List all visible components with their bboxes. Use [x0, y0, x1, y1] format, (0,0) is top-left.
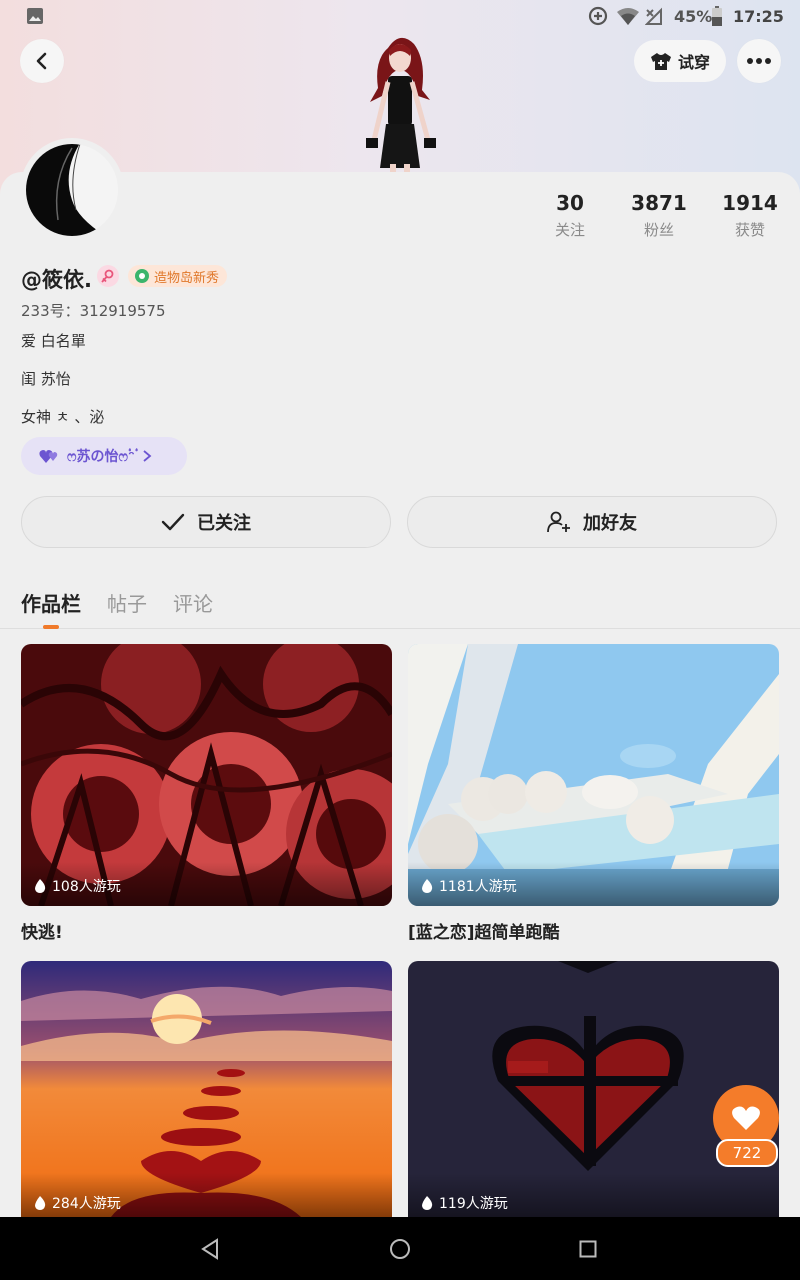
flame-icon — [35, 1196, 46, 1210]
more-button[interactable] — [737, 39, 781, 83]
battery-icon — [712, 6, 722, 26]
clock: 17:25 — [733, 7, 784, 26]
tab-divider — [0, 628, 800, 629]
followed-button[interactable]: 已关注 — [21, 496, 391, 548]
user-id: 233号：312919575 — [21, 302, 166, 320]
play-count: 108人游玩 — [33, 876, 121, 896]
add-friend-button[interactable]: 加好友 — [407, 496, 777, 548]
avatar-character-figure — [366, 37, 436, 174]
check-icon — [161, 513, 185, 531]
game-card-thumbnail[interactable]: 108人游玩 — [21, 644, 392, 906]
bio-line: 爱 白名單 — [21, 332, 86, 350]
tab-comments[interactable]: 评论 — [173, 588, 213, 617]
tshirt-icon — [650, 53, 671, 70]
back-nav-icon[interactable] — [200, 1238, 220, 1260]
status-bar: 45% 17:25 — [0, 0, 800, 34]
username: @筱依. — [21, 268, 92, 292]
stat-likes[interactable]: 1914 获赞 — [710, 191, 790, 240]
game-card-thumbnail[interactable]: 284人游玩 — [21, 961, 392, 1217]
play-count-text: 1181人游玩 — [439, 879, 517, 895]
relationship-pill[interactable]: ෆ苏の怡ෆ۟ᵔ۟ — [21, 437, 187, 475]
play-count: 1181人游玩 — [420, 876, 517, 896]
stat-label: 获赞 — [734, 221, 765, 239]
add-user-icon — [547, 511, 570, 533]
play-count: 119人游玩 — [420, 1193, 508, 1213]
followed-label: 已关注 — [197, 513, 251, 534]
tab-indicator — [43, 625, 59, 629]
stat-value: 1914 — [722, 191, 778, 215]
play-count: 284人游玩 — [33, 1193, 121, 1213]
stat-label: 关注 — [554, 221, 585, 239]
stat-value: 30 — [556, 191, 584, 215]
game-title[interactable]: [蓝之恋]超简单跑酷 — [408, 918, 560, 943]
gender-badge — [97, 265, 119, 287]
bio-line: 闺 苏怡 — [21, 370, 71, 388]
bio-line: 女神 ㅊ 、泌 — [21, 408, 105, 426]
like-count: 722 — [716, 1139, 778, 1167]
no-signal-icon — [645, 7, 662, 25]
wifi-icon — [617, 8, 639, 25]
badge-icon — [135, 269, 149, 283]
navigation-bar — [0, 1217, 800, 1280]
game-card-thumbnail[interactable]: 1181人游玩 — [408, 644, 779, 906]
avatar[interactable] — [20, 138, 124, 242]
stat-label: 粉丝 — [643, 221, 674, 239]
battery-percent: 45% — [674, 7, 713, 26]
heart-icon — [732, 1106, 760, 1130]
stat-following[interactable]: 30 关注 — [530, 191, 610, 240]
more-dots-icon — [747, 58, 771, 64]
relationship-label: ෆ苏の怡ෆ۟ᵔ۟ — [67, 449, 135, 465]
try-on-label: 试穿 — [677, 53, 710, 72]
flame-icon — [35, 879, 46, 893]
data-saver-icon — [588, 6, 608, 26]
home-nav-icon[interactable] — [389, 1238, 411, 1260]
try-on-button[interactable]: 试穿 — [634, 40, 726, 82]
stat-value: 3871 — [631, 191, 687, 215]
chevron-left-icon — [36, 52, 47, 70]
play-count-text: 284人游玩 — [52, 1196, 121, 1212]
double-heart-icon — [39, 450, 58, 463]
play-count-text: 119人游玩 — [439, 1196, 508, 1212]
avatar-image — [26, 144, 118, 236]
stat-followers[interactable]: 3871 粉丝 — [619, 191, 699, 240]
tab-works[interactable]: 作品栏 — [21, 588, 81, 617]
creator-badge-label: 造物岛新秀 — [154, 270, 220, 286]
gallery-icon — [27, 8, 43, 24]
game-card-thumbnail[interactable]: 119人游玩 — [408, 961, 779, 1217]
chevron-right-icon — [143, 450, 152, 462]
flame-icon — [422, 879, 433, 893]
add-friend-label: 加好友 — [583, 513, 637, 534]
creator-badge: 造物岛新秀 — [128, 265, 228, 287]
back-button[interactable] — [20, 39, 64, 83]
flame-icon — [422, 1196, 433, 1210]
game-title[interactable]: 快逃! — [21, 918, 63, 943]
female-icon — [101, 269, 114, 283]
recents-nav-icon[interactable] — [579, 1240, 597, 1258]
play-count-text: 108人游玩 — [52, 879, 121, 895]
tab-posts[interactable]: 帖子 — [107, 588, 147, 617]
